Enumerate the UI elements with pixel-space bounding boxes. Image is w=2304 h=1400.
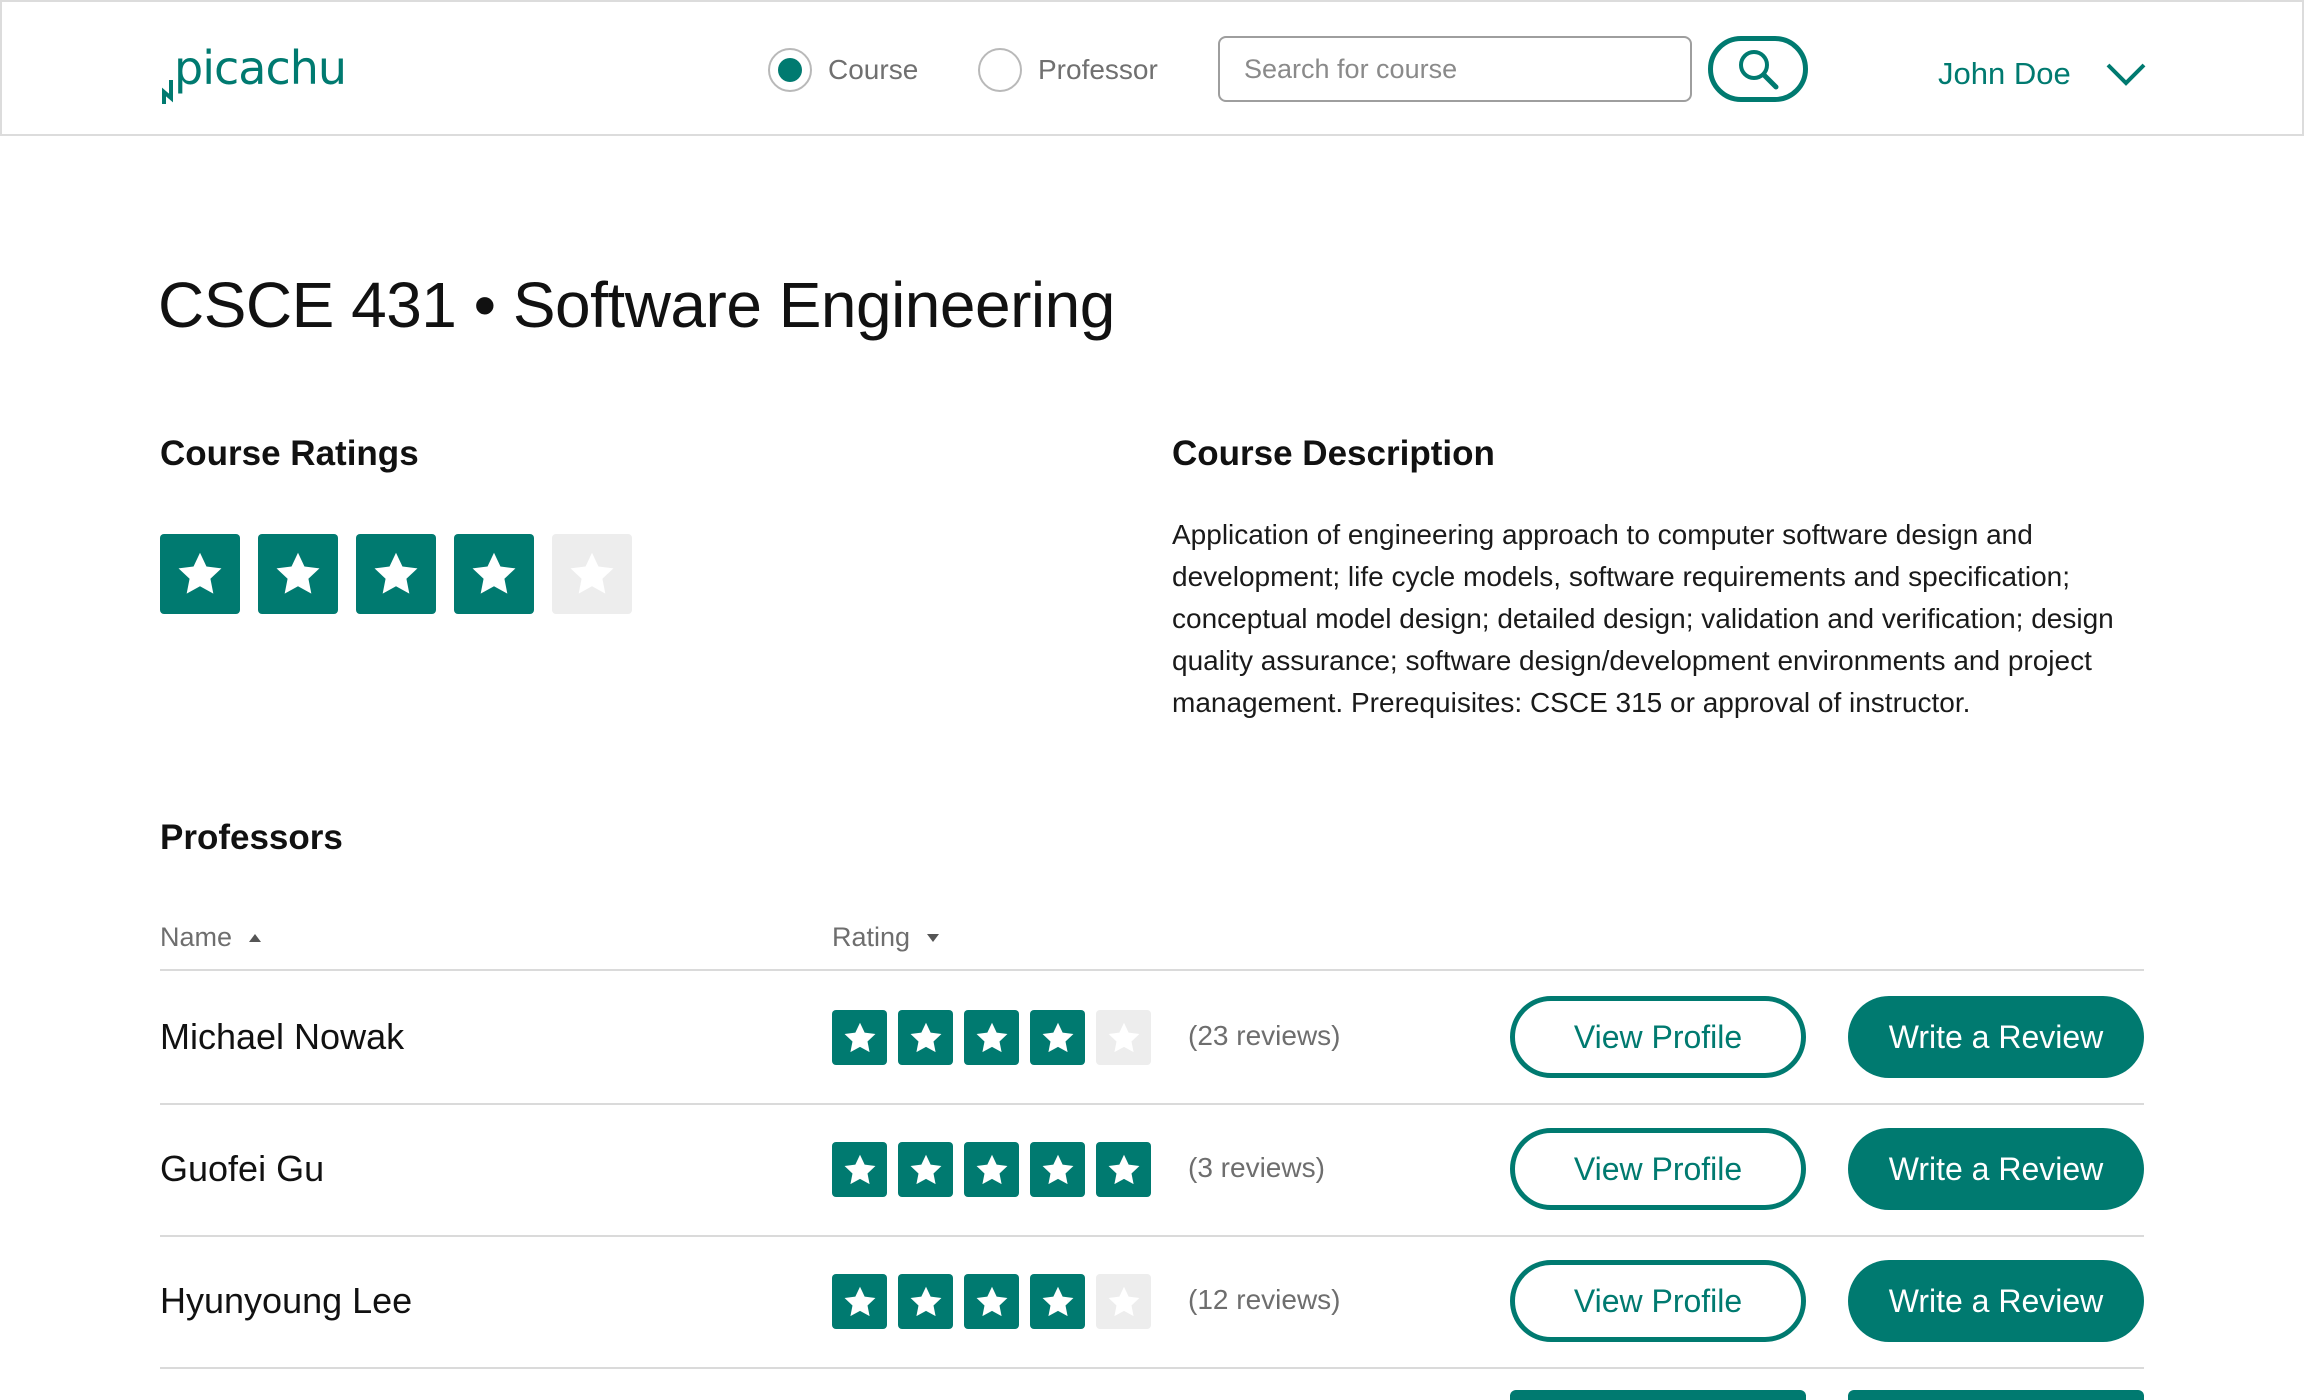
top-nav-bar: picachu Course Professor John Doe (0, 0, 2304, 136)
star-filled-icon (1030, 1142, 1085, 1197)
course-ratings-heading: Course Ratings (160, 434, 419, 473)
search-mode-course-label: Course (828, 54, 919, 85)
star-filled-icon (964, 1274, 1019, 1329)
user-name: John Doe (1938, 56, 2071, 91)
search-input[interactable] (1218, 36, 1692, 102)
view-profile-button[interactable]: View Profile (1510, 1128, 1806, 1210)
app-logo[interactable]: picachu (160, 40, 347, 110)
star-empty-icon (552, 534, 632, 614)
logo-text: picachu (174, 41, 347, 95)
professor-name[interactable]: Hyunyoung Lee (160, 1280, 412, 1322)
name-column-header[interactable]: Name (160, 922, 262, 953)
review-count: (12 reviews) (1188, 1284, 1341, 1315)
professor-star-rating (832, 1274, 1151, 1329)
search-icon (1739, 50, 1779, 90)
professor-name[interactable]: Guofei Gu (160, 1148, 324, 1190)
radio-checked-icon[interactable] (768, 48, 812, 92)
course-description-heading: Course Description (1172, 434, 1495, 473)
write-review-button[interactable]: Write a Review (1848, 1128, 2144, 1210)
star-filled-icon (356, 534, 436, 614)
search-mode-professor-radio[interactable]: Professor (978, 48, 1158, 92)
view-profile-button[interactable]: View Profile (1510, 1260, 1806, 1342)
write-review-button-partial[interactable] (1848, 1390, 2144, 1400)
star-filled-icon (964, 1010, 1019, 1065)
course-description: Application of engineering approach to c… (1172, 519, 2114, 718)
view-profile-button-partial[interactable] (1510, 1390, 1806, 1400)
write-review-button[interactable]: Write a Review (1848, 996, 2144, 1078)
professor-name[interactable]: Michael Nowak (160, 1016, 404, 1058)
sort-ascending-icon (249, 933, 262, 942)
star-filled-icon (832, 1142, 887, 1197)
course-star-rating (160, 534, 632, 614)
professors-heading: Professors (160, 818, 343, 857)
professor-star-rating (832, 1010, 1151, 1065)
star-filled-icon (454, 534, 534, 614)
chevron-down-icon (2106, 63, 2146, 86)
table-header-divider (160, 969, 2144, 971)
page-title: CSCE 431 • Software Engineering (158, 269, 1115, 341)
review-count: (3 reviews) (1188, 1152, 1325, 1183)
rating-column-label: Rating (832, 922, 911, 952)
star-filled-icon (1096, 1142, 1151, 1197)
star-filled-icon (258, 534, 338, 614)
view-profile-button[interactable]: View Profile (1510, 996, 1806, 1078)
search-mode-professor-label: Professor (1038, 54, 1158, 85)
search-button[interactable] (1708, 36, 1808, 102)
star-filled-icon (832, 1010, 887, 1065)
star-filled-icon (964, 1142, 1019, 1197)
professor-star-rating (832, 1142, 1151, 1197)
star-filled-icon (1030, 1010, 1085, 1065)
search-mode-course-radio[interactable]: Course (768, 48, 918, 92)
star-filled-icon (160, 534, 240, 614)
star-filled-icon (898, 1142, 953, 1197)
star-filled-icon (832, 1274, 887, 1329)
review-count: (23 reviews) (1188, 1020, 1341, 1051)
star-filled-icon (898, 1274, 953, 1329)
row-divider (160, 1367, 2144, 1369)
rating-column-header[interactable]: Rating (832, 922, 940, 953)
user-menu[interactable]: John Doe (1938, 46, 2147, 102)
row-divider (160, 1235, 2144, 1237)
star-filled-icon (898, 1010, 953, 1065)
row-divider (160, 1103, 2144, 1105)
star-empty-icon (1096, 1274, 1151, 1329)
star-empty-icon (1096, 1010, 1151, 1065)
sort-descending-icon (927, 933, 940, 942)
write-review-button[interactable]: Write a Review (1848, 1260, 2144, 1342)
star-filled-icon (1030, 1274, 1085, 1329)
radio-unchecked-icon[interactable] (978, 48, 1022, 92)
name-column-label: Name (160, 922, 233, 952)
